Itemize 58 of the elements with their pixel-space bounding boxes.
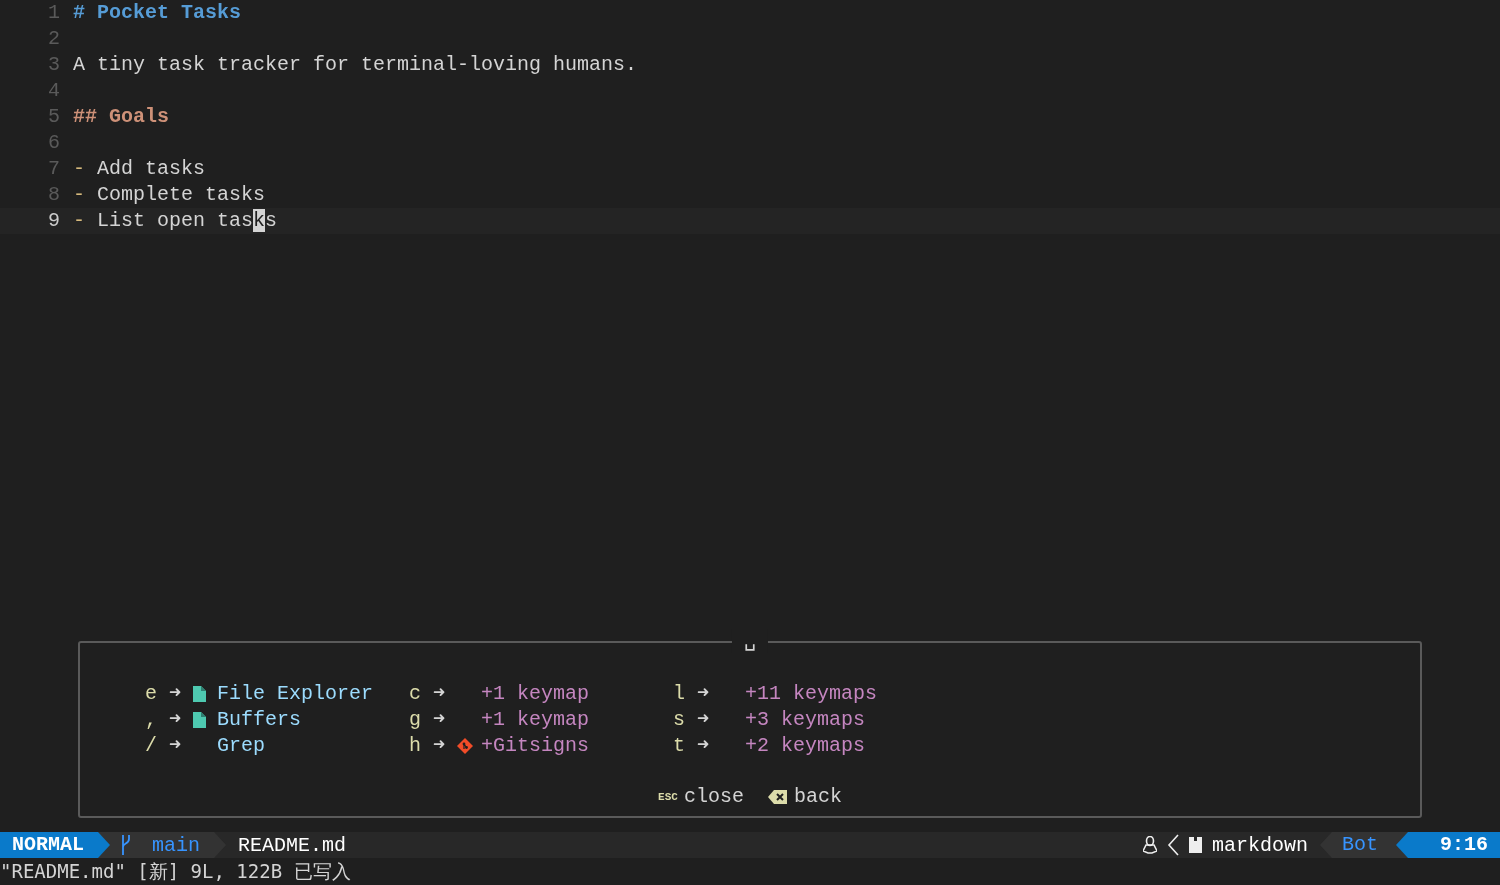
line-number: 8	[47, 182, 61, 208]
key-label: l	[673, 681, 686, 707]
key-label: s	[673, 707, 686, 733]
backspace-icon	[767, 788, 788, 805]
action-label[interactable]: File Explorer	[217, 681, 374, 707]
hint-label: back	[793, 785, 842, 808]
arrow-glyph: ➜	[433, 681, 447, 707]
key-label: g	[409, 707, 422, 733]
line-number: 4	[47, 78, 61, 104]
chevron-icon	[1166, 834, 1179, 856]
list-item-text: - List open tasks	[73, 208, 278, 234]
arrow-glyph: ➜	[169, 707, 183, 733]
cursor-position: 9:16	[1396, 832, 1500, 858]
line-number: 3	[47, 52, 61, 78]
group-label[interactable]: +Gitsigns	[481, 733, 590, 759]
group-label[interactable]: +3 keymaps	[745, 707, 866, 733]
esc-key-label: ESC	[658, 790, 678, 803]
arrow-glyph: ➜	[433, 733, 447, 759]
group-label[interactable]: +1 keymap	[481, 681, 590, 707]
key-label: ,	[145, 707, 158, 733]
key-label: h	[409, 733, 422, 759]
key-label: c	[409, 681, 422, 707]
action-label[interactable]: Buffers	[217, 707, 301, 733]
line-number: 5	[47, 104, 61, 130]
group-label[interactable]: +11 keymaps	[745, 681, 878, 707]
file-icon	[193, 712, 206, 728]
key-label: t	[673, 733, 686, 759]
arrow-glyph: ➜	[169, 733, 183, 759]
line-number: 7	[47, 156, 61, 182]
arrow-glyph: ➜	[169, 681, 183, 707]
line-number: 6	[47, 130, 61, 156]
key-label: /	[145, 733, 158, 759]
file-type: markdown	[1211, 833, 1308, 857]
file-icon	[193, 686, 206, 702]
group-label[interactable]: +1 keymap	[481, 707, 590, 733]
mode-indicator: NORMAL	[0, 832, 110, 858]
arrow-glyph: ➜	[697, 707, 711, 733]
list-item-text: - Add tasks	[73, 156, 206, 182]
file-icon	[1188, 837, 1202, 853]
paragraph-text: A tiny task tracker for terminal-loving humans.	[73, 52, 638, 78]
key-label: e	[145, 681, 158, 707]
git-icon	[457, 738, 473, 754]
branch-icon	[120, 835, 132, 855]
heading-text: ## Goals	[73, 104, 169, 130]
line-number: 2	[47, 26, 61, 52]
action-label[interactable]: Grep	[217, 733, 265, 759]
arrow-glyph: ➜	[697, 681, 711, 707]
group-label[interactable]: +2 keymaps	[745, 733, 866, 759]
arrow-glyph: ➜	[433, 707, 447, 733]
arrow-glyph: ➜	[697, 733, 711, 759]
list-item-text: - Complete tasks	[73, 182, 266, 208]
line-number: 9	[47, 208, 61, 234]
heading-text: # Pocket Tasks	[73, 0, 242, 26]
hint-label: close	[683, 785, 744, 808]
branch-name: main	[152, 833, 201, 857]
line-number: 1	[47, 0, 61, 26]
message-line: "README.md" [新] 9L, 122B 已写入	[0, 859, 352, 884]
file-name: README.md	[238, 833, 347, 857]
